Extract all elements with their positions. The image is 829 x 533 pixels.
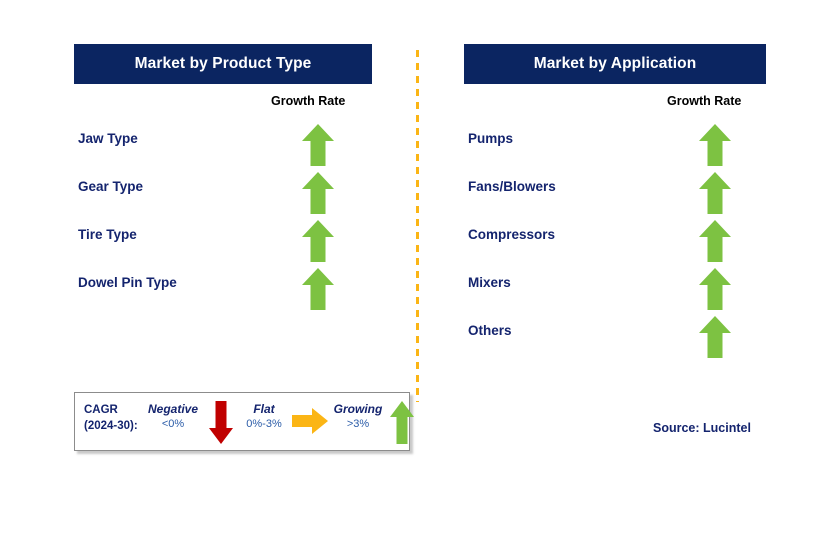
table-row: Compressors: [464, 219, 766, 267]
panel-market-by-product-type: Market by Product Type Growth Rate Jaw T…: [74, 44, 372, 310]
legend-word: Growing: [333, 402, 383, 416]
source-attribution: Source: Lucintel: [653, 421, 751, 435]
legend-value: <0%: [161, 418, 185, 430]
table-row: Pumps: [464, 123, 766, 171]
rows-product-type: Jaw Type Gear Type Tire Type Dowel Pin T…: [74, 123, 372, 315]
up-arrow-icon: [698, 315, 732, 359]
rows-application: Pumps Fans/Blowers Compressors Mixers Ot…: [464, 123, 766, 363]
legend-word: Negative: [147, 402, 199, 416]
row-label: Dowel Pin Type: [78, 275, 177, 290]
row-label: Others: [468, 323, 512, 338]
legend-title-line1: CAGR: [84, 404, 118, 416]
panel-header-product-type: Market by Product Type: [74, 44, 372, 84]
table-row: Dowel Pin Type: [74, 267, 372, 315]
up-arrow-icon: [698, 267, 732, 311]
up-arrow-icon: [301, 219, 335, 263]
up-arrow-icon: [698, 171, 732, 215]
legend-value: 0%-3%: [246, 418, 282, 430]
table-row: Tire Type: [74, 219, 372, 267]
legend-value: >3%: [346, 418, 370, 430]
up-arrow-icon: [389, 400, 415, 445]
growth-rate-column-header-left: Growth Rate: [271, 94, 346, 108]
table-row: Jaw Type: [74, 123, 372, 171]
row-label: Mixers: [468, 275, 511, 290]
panel-market-by-application: Market by Application Growth Rate Pumps …: [464, 44, 766, 358]
table-row: Gear Type: [74, 171, 372, 219]
up-arrow-icon: [301, 123, 335, 167]
up-arrow-icon: [301, 171, 335, 215]
table-row: Others: [464, 315, 766, 363]
table-row: Fans/Blowers: [464, 171, 766, 219]
row-label: Tire Type: [78, 227, 137, 242]
row-label: Jaw Type: [78, 131, 138, 146]
slide-canvas: Market by Product Type Growth Rate Jaw T…: [0, 0, 829, 533]
legend-word: Flat: [253, 402, 275, 416]
legend-title: CAGR (2024-30):: [84, 402, 138, 434]
down-arrow-icon: [208, 400, 234, 445]
row-label: Gear Type: [78, 179, 144, 194]
panel-header-application: Market by Application: [464, 44, 766, 84]
row-label: Pumps: [468, 131, 514, 146]
up-arrow-icon: [301, 267, 335, 311]
legend-item-flat: Flat 0%-3%: [233, 402, 295, 432]
legend-item-negative: Negative <0%: [141, 402, 205, 432]
growth-rate-column-header-right: Growth Rate: [667, 94, 742, 108]
up-arrow-icon: [698, 219, 732, 263]
row-label: Fans/Blowers: [468, 179, 556, 194]
up-arrow-icon: [698, 123, 732, 167]
cagr-legend: CAGR (2024-30): Negative <0% Flat 0%-3%: [74, 392, 414, 451]
dashed-vertical-divider: [416, 50, 419, 402]
legend-item-growing: Growing >3%: [323, 402, 393, 432]
table-row: Mixers: [464, 267, 766, 315]
legend-title-line2: (2024-30):: [84, 420, 138, 432]
row-label: Compressors: [468, 227, 556, 242]
